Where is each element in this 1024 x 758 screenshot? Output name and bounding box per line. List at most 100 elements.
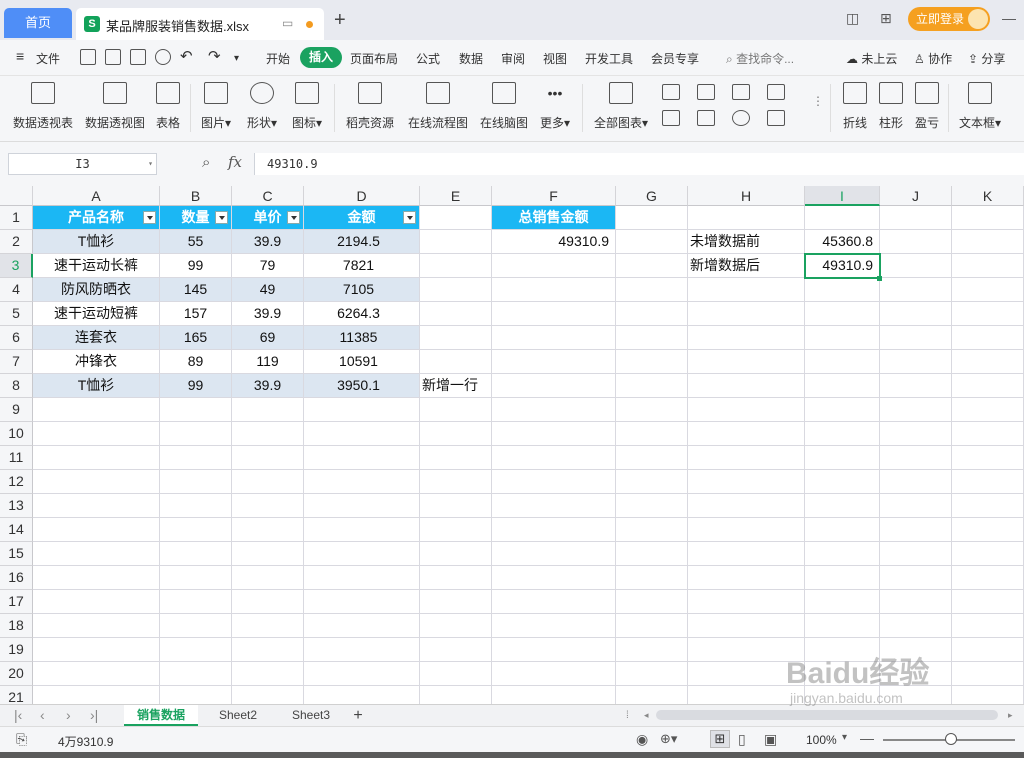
menu-page-layout[interactable]: 页面布局: [350, 50, 398, 67]
table-header-price[interactable]: 单价: [232, 206, 304, 230]
column-header-f[interactable]: F: [492, 186, 616, 206]
online-flowchart-button[interactable]: 在线流程图: [407, 82, 469, 131]
grid-cell[interactable]: [952, 542, 1024, 566]
table-cell[interactable]: 3950.1: [304, 374, 420, 398]
grid-cell[interactable]: [880, 470, 952, 494]
grid-cell[interactable]: [304, 566, 420, 590]
grid-cell[interactable]: [805, 374, 880, 398]
undo-icon[interactable]: ↶: [180, 47, 193, 65]
row-header[interactable]: 8: [0, 374, 33, 398]
grid-cell[interactable]: [805, 206, 880, 230]
row-header[interactable]: 15: [0, 542, 33, 566]
grid-cell[interactable]: [492, 638, 616, 662]
grid-cell[interactable]: [688, 326, 805, 350]
filter-dropdown-icon[interactable]: [403, 211, 416, 224]
grid-cell[interactable]: [952, 206, 1024, 230]
table-cell[interactable]: 145: [160, 278, 232, 302]
grid-cell[interactable]: [688, 590, 805, 614]
grid-cell[interactable]: [805, 302, 880, 326]
grid-cell[interactable]: [616, 206, 688, 230]
name-box[interactable]: I3 ▾: [8, 153, 157, 175]
grid-cell[interactable]: [492, 518, 616, 542]
grid-cell[interactable]: [616, 230, 688, 254]
row-header[interactable]: 16: [0, 566, 33, 590]
stacked-chart-small-icon[interactable]: [697, 84, 715, 100]
grid-cell[interactable]: [616, 614, 688, 638]
label-after-add[interactable]: 新增数据后: [688, 254, 805, 278]
grid-cell[interactable]: [880, 302, 952, 326]
table-cell[interactable]: 39.9: [232, 374, 304, 398]
menu-data[interactable]: 数据: [459, 50, 483, 67]
table-cell[interactable]: 7105: [304, 278, 420, 302]
grid-cell[interactable]: [616, 398, 688, 422]
grid-cell[interactable]: [33, 470, 160, 494]
grid-cell[interactable]: [688, 494, 805, 518]
total-sales-header[interactable]: 总销售金额: [492, 206, 616, 230]
grid-cell[interactable]: [805, 446, 880, 470]
grid-cell[interactable]: [33, 638, 160, 662]
picture-button[interactable]: 图片▾: [198, 82, 234, 131]
next-sheet-icon[interactable]: ›: [66, 707, 71, 723]
filter-dropdown-icon[interactable]: [143, 211, 156, 224]
combo-chart-small-icon[interactable]: [697, 110, 715, 126]
menu-member[interactable]: 会员专享: [651, 50, 699, 67]
grid-cell[interactable]: [805, 422, 880, 446]
table-cell[interactable]: 6264.3: [304, 302, 420, 326]
grid-cell[interactable]: [304, 542, 420, 566]
row-header[interactable]: 17: [0, 590, 33, 614]
grid-cell[interactable]: [160, 542, 232, 566]
minimize-icon[interactable]: —: [1002, 10, 1016, 26]
grid-cell[interactable]: [420, 662, 492, 686]
grid-cell[interactable]: [420, 518, 492, 542]
table-cell[interactable]: 10591: [304, 350, 420, 374]
row-header[interactable]: 13: [0, 494, 33, 518]
grid-cell[interactable]: [805, 614, 880, 638]
grid-cell[interactable]: [688, 302, 805, 326]
grid-cell[interactable]: [952, 398, 1024, 422]
grid-cell[interactable]: [304, 686, 420, 704]
grid-cell[interactable]: [805, 494, 880, 518]
grid-cell[interactable]: [33, 398, 160, 422]
grid-cell[interactable]: [304, 638, 420, 662]
grid-cell[interactable]: [492, 398, 616, 422]
label-before-add[interactable]: 未增数据前: [688, 230, 805, 254]
table-cell[interactable]: 165: [160, 326, 232, 350]
grid-cell[interactable]: [232, 494, 304, 518]
grid-cell[interactable]: [616, 350, 688, 374]
sheet-tab-sales-data[interactable]: 销售数据: [124, 705, 198, 726]
bar-chart-small-icon[interactable]: [662, 84, 680, 100]
grid-cell[interactable]: [160, 638, 232, 662]
table-cell[interactable]: 7821: [304, 254, 420, 278]
grid-cell[interactable]: [232, 590, 304, 614]
grid-cell[interactable]: [160, 494, 232, 518]
grid-cell[interactable]: [952, 326, 1024, 350]
row-header[interactable]: 14: [0, 518, 33, 542]
grid-cell[interactable]: [688, 446, 805, 470]
grid-cell[interactable]: [688, 470, 805, 494]
grid-cell[interactable]: [880, 422, 952, 446]
line-chart-small-icon[interactable]: [732, 84, 750, 100]
grid-cell[interactable]: [952, 374, 1024, 398]
grid-cell[interactable]: [880, 542, 952, 566]
save-icon[interactable]: [80, 49, 96, 65]
grid-cell[interactable]: [952, 278, 1024, 302]
zoom-slider-thumb[interactable]: [945, 733, 957, 745]
grid-cell[interactable]: [805, 542, 880, 566]
grid-cell[interactable]: [420, 422, 492, 446]
grid-cell[interactable]: [420, 446, 492, 470]
table-cell[interactable]: 99: [160, 254, 232, 278]
window-layout-icon[interactable]: ◫: [846, 10, 859, 27]
row-header[interactable]: 4: [0, 278, 33, 302]
row-header[interactable]: 19: [0, 638, 33, 662]
grid-cell[interactable]: [952, 614, 1024, 638]
table-cell[interactable]: 49: [232, 278, 304, 302]
grid-cell[interactable]: [232, 542, 304, 566]
grid-cell[interactable]: [805, 518, 880, 542]
grid-cell[interactable]: [160, 470, 232, 494]
first-sheet-icon[interactable]: |‹: [14, 707, 22, 723]
grid-cell[interactable]: [304, 590, 420, 614]
grid-cell[interactable]: [880, 614, 952, 638]
grid-cell[interactable]: [232, 638, 304, 662]
grid-cell[interactable]: [160, 398, 232, 422]
column-header-k[interactable]: K: [952, 186, 1024, 206]
